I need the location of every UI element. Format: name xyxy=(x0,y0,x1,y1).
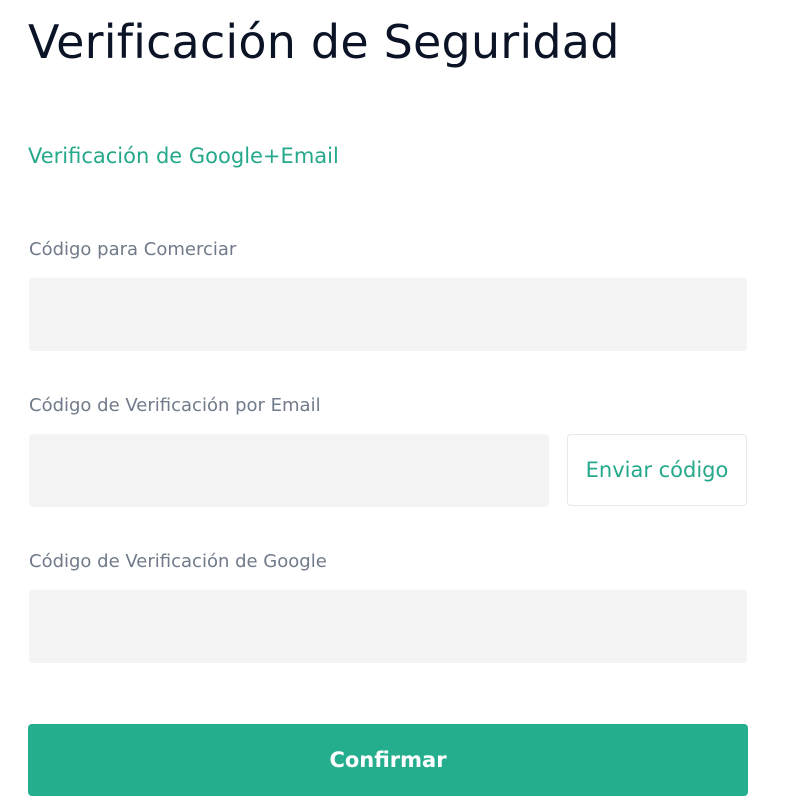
page-title: Verificación de Seguridad xyxy=(28,15,620,69)
trading-code-label: Código para Comerciar xyxy=(29,239,237,260)
google-code-input[interactable] xyxy=(29,590,747,663)
send-code-button[interactable]: Enviar código xyxy=(567,434,747,506)
verification-method-link[interactable]: Verificación de Google+Email xyxy=(28,142,339,170)
google-code-label: Código de Verificación de Google xyxy=(29,551,327,572)
confirm-button[interactable]: Confirmar xyxy=(28,724,748,796)
trading-code-input[interactable] xyxy=(29,278,747,351)
email-code-label: Código de Verificación por Email xyxy=(29,395,321,416)
email-code-input[interactable] xyxy=(29,434,549,507)
